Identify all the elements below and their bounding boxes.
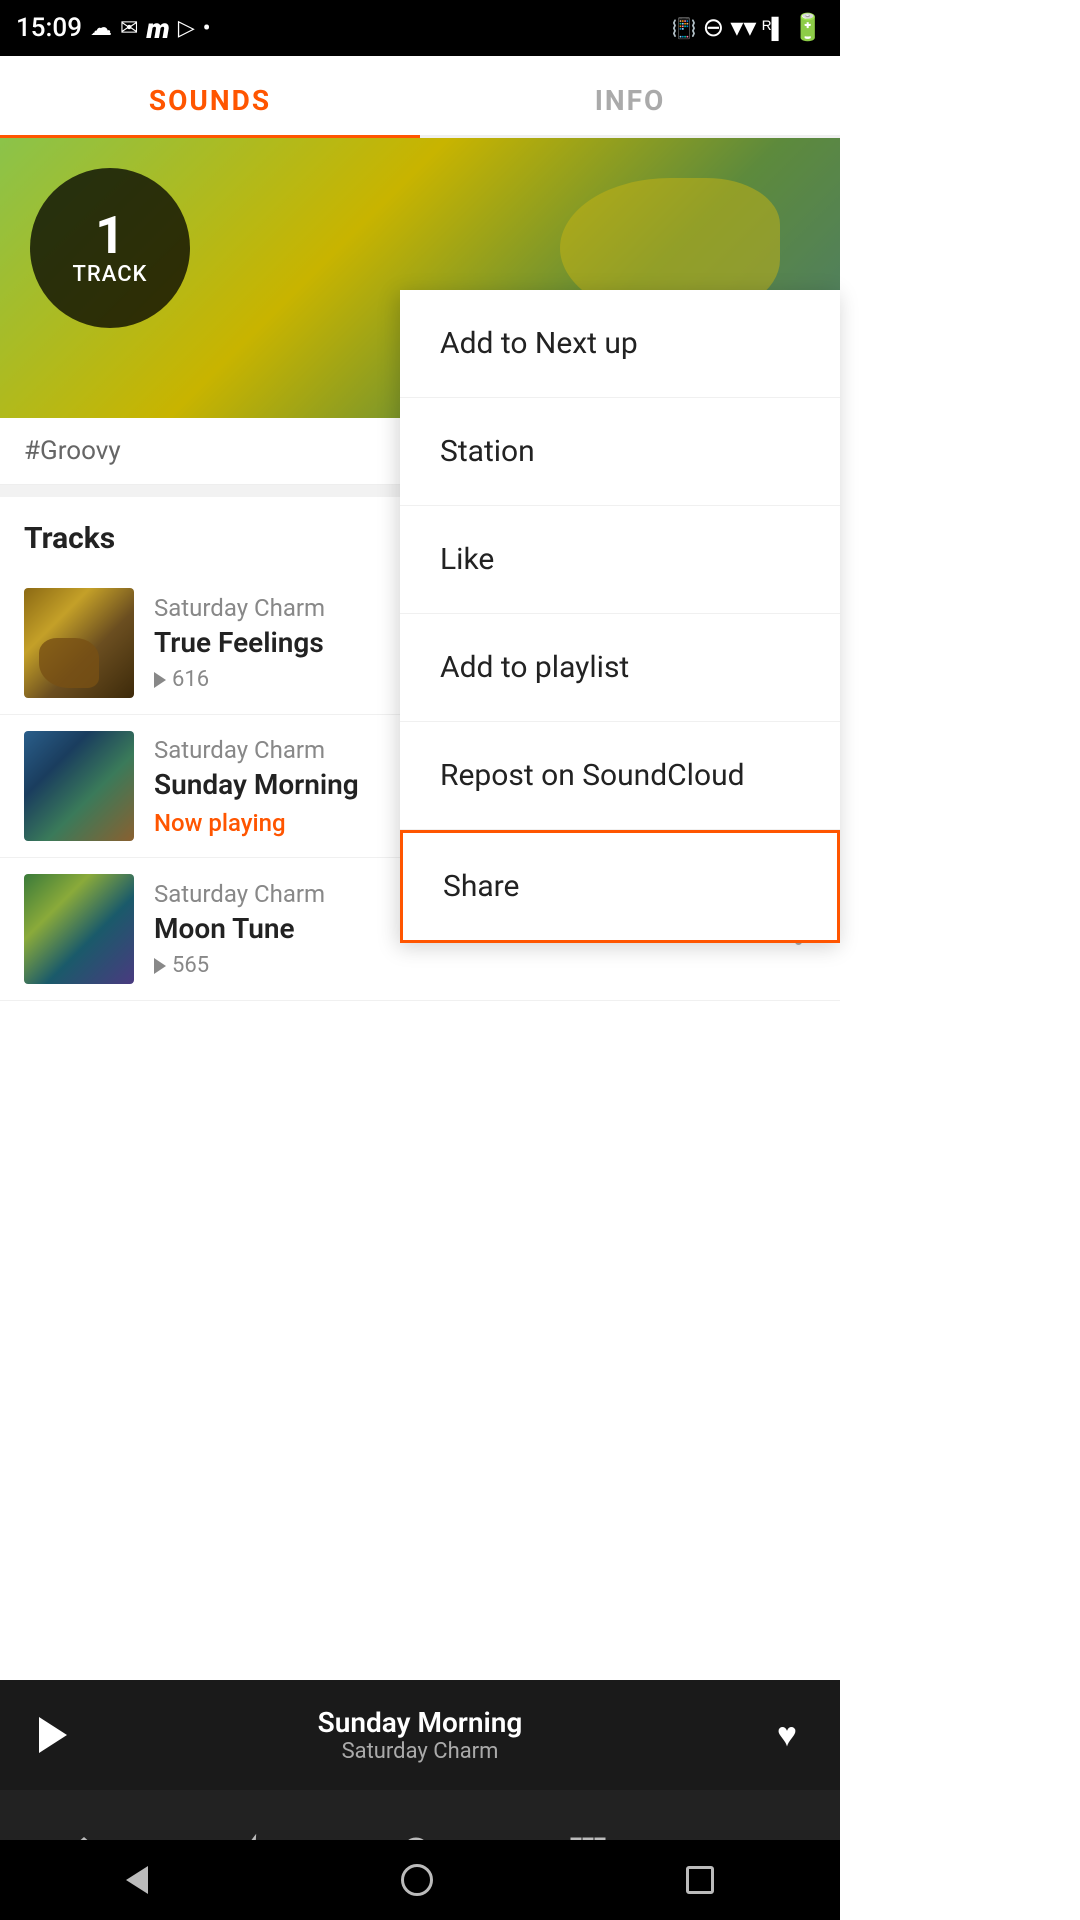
now-playing-bar: Sunday Morning Saturday Charm ♥ [0,1680,840,1790]
back-icon [126,1866,148,1894]
status-right: 📳 ⊖ ▾▾ ᴿ▌ 🔋 [672,13,824,43]
np-play-icon [39,1717,67,1753]
status-bar: 15:09 ☁ ✉ m ▷ • 📳 ⊖ ▾▾ ᴿ▌ 🔋 [0,0,840,56]
track-plays-3: 565 [154,953,700,978]
plays-count-3: 565 [172,953,209,978]
track-thumb-1 [24,588,134,698]
context-add-playlist[interactable]: Add to playlist [400,614,840,722]
signal-icon: ᴿ▌ [762,16,785,41]
track-art-3 [24,874,134,984]
m-icon: m [146,12,169,45]
np-info: Sunday Morning Saturday Charm [78,1706,762,1764]
status-time: 15:09 [16,13,82,43]
minus-circle-icon: ⊖ [703,13,725,43]
track-label: TRACK [73,262,148,287]
context-add-next[interactable]: Add to Next up [400,290,840,398]
android-recents-button[interactable] [686,1866,714,1894]
np-artist: Saturday Charm [78,1739,762,1764]
battery-icon: 🔋 [792,13,824,43]
track-thumb-2 [24,731,134,841]
gmail-icon: ✉ [120,16,138,41]
context-menu: Add to Next up Station Like Add to playl… [400,290,840,943]
track-art-2 [24,731,134,841]
wifi-icon: ▾▾ [730,13,756,43]
recents-icon [686,1866,714,1894]
status-left: 15:09 ☁ ✉ m ▷ • [16,12,210,45]
np-heart-button[interactable]: ♥ [762,1710,812,1760]
track-art-1 [24,588,134,698]
play-icon-1 [154,672,166,688]
context-repost[interactable]: Repost on SoundCloud [400,722,840,830]
top-tabs: SOUNDS INFO [0,56,840,138]
tab-sounds[interactable]: SOUNDS [0,56,420,135]
soundcloud-icon: ☁ [90,16,112,41]
context-station[interactable]: Station [400,398,840,506]
send-icon: ▷ [178,16,195,41]
track-badge: 1 TRACK [30,168,190,328]
play-icon-3 [154,958,166,974]
np-title: Sunday Morning [78,1706,762,1739]
plays-count-1: 616 [172,667,209,692]
np-play-button[interactable] [28,1710,78,1760]
vibrate-icon: 📳 [672,16,697,40]
home-icon [401,1864,433,1896]
track-count: 1 [95,210,125,262]
android-back-button[interactable] [126,1866,148,1894]
context-share[interactable]: Share [400,830,840,943]
dot-icon: • [203,16,211,41]
android-home-button[interactable] [401,1864,433,1896]
tab-info[interactable]: INFO [420,56,840,135]
track-thumb-3 [24,874,134,984]
android-nav [0,1840,840,1920]
context-like[interactable]: Like [400,506,840,614]
